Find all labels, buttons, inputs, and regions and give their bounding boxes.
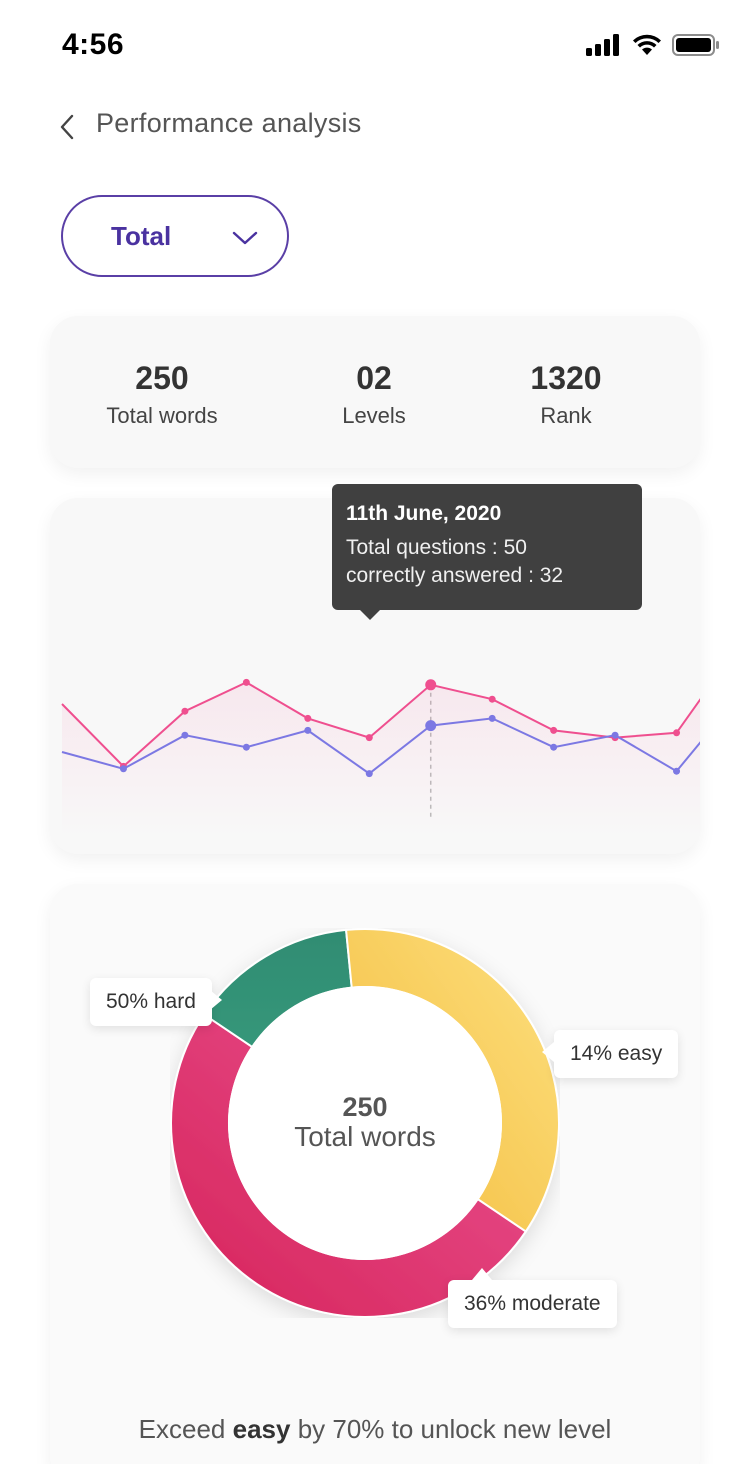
status-icons	[586, 34, 720, 56]
stat-rank: 1320 Rank	[466, 360, 666, 429]
data-point[interactable]	[181, 731, 189, 739]
data-point[interactable]	[425, 679, 437, 691]
callout-tip	[209, 990, 222, 1010]
unlock-hint-suffix: by 70% to unlock new level	[290, 1414, 612, 1444]
data-point[interactable]	[550, 743, 558, 751]
donut-center-label: Total words	[294, 1121, 436, 1152]
data-point[interactable]	[181, 707, 189, 715]
callout-hard: 50% hard	[90, 978, 222, 1026]
data-point[interactable]	[365, 770, 373, 778]
signal-icon	[586, 34, 619, 56]
callout-moderate: 36% moderate	[448, 1268, 617, 1328]
chevron-left-icon[interactable]	[56, 112, 80, 142]
donut-chart-card: 250 Total words 50% hard 14% easy 36% mo…	[50, 884, 700, 1464]
status-bar: 4:56	[0, 0, 750, 92]
stat-value: 250	[135, 360, 189, 396]
stat-label: Levels	[342, 403, 406, 428]
data-point[interactable]	[488, 714, 496, 722]
stat-value: 02	[356, 360, 392, 396]
tooltip-date: 11th June, 2020	[346, 502, 502, 525]
callout-moderate-label: 36% moderate	[464, 1292, 601, 1315]
data-point[interactable]	[365, 734, 373, 742]
data-point[interactable]	[119, 765, 127, 773]
filter-selected-label: Total	[111, 221, 172, 251]
unlock-hint-prefix: Exceed	[138, 1414, 233, 1444]
callout-easy-label: 14% easy	[570, 1042, 663, 1065]
data-point[interactable]	[304, 726, 312, 734]
data-point[interactable]	[304, 714, 312, 722]
filter-dropdown[interactable]: Total	[61, 195, 289, 277]
data-point[interactable]	[673, 767, 681, 775]
donut-center-value: 250	[342, 1092, 388, 1122]
data-point[interactable]	[242, 678, 250, 686]
data-point[interactable]	[242, 743, 250, 751]
stat-label: Total words	[106, 403, 218, 428]
status-time: 4:56	[62, 28, 125, 61]
callout-tip	[472, 1268, 492, 1280]
stat-total-words: 250 Total words	[62, 360, 262, 429]
tooltip-arrow	[360, 610, 380, 620]
series-area	[62, 682, 700, 838]
stat-label: Rank	[540, 403, 592, 428]
battery-icon	[672, 34, 719, 56]
stat-levels: 02 Levels	[274, 360, 474, 429]
data-point[interactable]	[550, 726, 558, 734]
tooltip-total-questions: Total questions : 50	[346, 536, 527, 559]
data-point[interactable]	[611, 731, 619, 739]
data-point[interactable]	[425, 720, 437, 732]
data-point[interactable]	[488, 695, 496, 703]
chevron-down-icon	[232, 231, 258, 245]
callout-tip	[542, 1042, 554, 1062]
callout-easy: 14% easy	[542, 1030, 679, 1078]
chart-tooltip: 11th June, 2020 Total questions : 50 cor…	[332, 484, 642, 620]
page-title: Performance analysis	[96, 108, 362, 138]
tooltip-correct-answers: correctly answered : 32	[346, 564, 564, 587]
donut-center: 250 Total words	[230, 1092, 500, 1153]
callout-hard-label: 50% hard	[106, 990, 196, 1013]
stats-card: 250 Total words 02 Levels 1320 Rank	[50, 316, 700, 468]
stat-value: 1320	[530, 360, 602, 396]
unlock-hint-emphasis: easy	[232, 1414, 291, 1444]
nav-bar: Performance analysis	[0, 100, 750, 152]
wifi-icon	[633, 34, 661, 55]
unlock-hint: Exceed easy by 70% to unlock new level	[50, 1414, 700, 1445]
data-point[interactable]	[673, 729, 681, 737]
